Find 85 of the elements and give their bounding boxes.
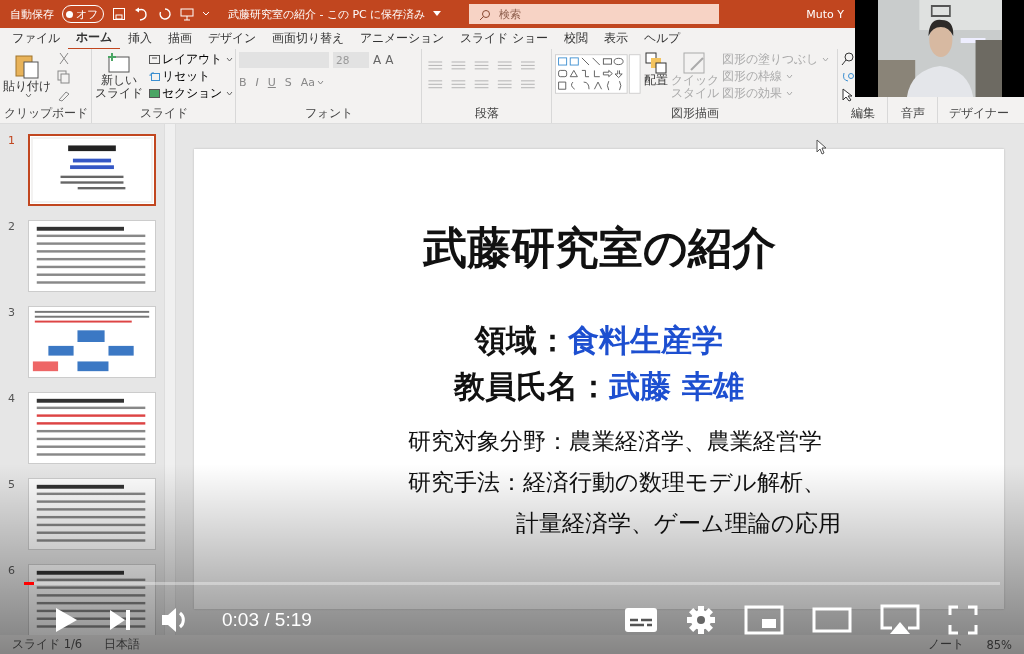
search-field[interactable]: 検索 [469, 4, 720, 24]
caret-icon [226, 91, 233, 96]
group-label: スライド [138, 106, 189, 122]
ribbon-tab[interactable]: 挿入 [120, 28, 160, 49]
ribbon-tab[interactable]: 描画 [160, 28, 200, 49]
theater-mode-icon[interactable] [812, 605, 852, 635]
zoom-level[interactable]: 85% [986, 637, 1012, 652]
group-label: 音声 [899, 106, 926, 122]
shadow-button[interactable]: S [284, 76, 292, 89]
notes-button[interactable]: ノート [928, 637, 965, 652]
subtitles-icon[interactable] [624, 607, 658, 633]
reset-icon [149, 72, 160, 81]
underline-button[interactable]: U [267, 76, 276, 89]
paste-button[interactable]: 貼り付け [3, 52, 51, 99]
fullscreen-icon[interactable] [948, 605, 978, 635]
ribbon-tab[interactable]: 校閲 [555, 28, 596, 49]
slide-number: 2 [8, 220, 16, 235]
cut-icon[interactable] [57, 52, 71, 66]
slide-number: 4 [8, 392, 16, 407]
clipboard-icon [14, 52, 40, 80]
ribbon-tab[interactable]: デザイン [200, 28, 264, 49]
brush-icon [683, 52, 707, 74]
layout-icon [149, 55, 160, 64]
document-title[interactable]: 武藤研究室の紹介 - この PC に保存済み [228, 6, 426, 22]
caret-icon [822, 57, 829, 62]
arrange-icon [645, 52, 667, 74]
miniplayer-icon[interactable] [744, 605, 784, 635]
caret-icon [786, 91, 793, 96]
caret-icon [226, 57, 233, 62]
undo-icon[interactable] [134, 7, 150, 21]
section-button[interactable]: セクション [149, 86, 233, 101]
slide-text-line: 研究手法：経済行動の数理モデル解析、 [407, 468, 827, 497]
slide-number: 5 [8, 478, 16, 493]
shrink-font-button[interactable]: A [385, 53, 394, 67]
group-label: フォント [303, 106, 354, 122]
save-icon[interactable] [112, 7, 126, 21]
caret-icon[interactable] [433, 11, 442, 17]
time-display: 0:03 / 5:19 [222, 609, 312, 631]
autosave-label: 自動保存 [10, 6, 54, 22]
italic-button[interactable]: I [255, 76, 259, 89]
layout-button[interactable]: レイアウト [149, 52, 233, 67]
search-icon[interactable] [841, 52, 855, 66]
caret-icon [786, 74, 793, 79]
shapes-gallery-drawing[interactable] [555, 52, 641, 96]
ribbon-tab[interactable]: アニメーション [352, 28, 452, 49]
slideshow-icon[interactable] [180, 7, 194, 21]
slide-text-line: 計量経済学、ゲーム理論の応用 [514, 509, 841, 538]
reset-button[interactable]: リセット [149, 69, 233, 84]
ribbon-tab[interactable]: 画面切り替え [264, 28, 352, 49]
redo-icon[interactable] [158, 7, 172, 21]
slide-text-line: 研究対象分野：農業経済学、農業経営学 [407, 427, 823, 456]
settings-icon[interactable] [686, 605, 716, 635]
slide-thumbnail[interactable] [28, 134, 156, 206]
ribbon-tab[interactable]: ファイル [4, 28, 68, 49]
slide-field-line: 教員氏名：武藤 幸雄 [454, 367, 744, 406]
slide-title: 武藤研究室の紹介 [422, 221, 776, 275]
user-name[interactable]: Muto Y [806, 7, 844, 21]
caret-icon [317, 80, 325, 85]
ribbon-tab[interactable]: 表示 [595, 28, 636, 49]
slide-number: 3 [8, 306, 16, 321]
scrollbar[interactable] [164, 124, 176, 635]
change-case-button[interactable]: Aa [300, 76, 325, 89]
slide-field-line: 領域：食料生産学 [475, 321, 723, 360]
new-slide-icon [106, 52, 132, 74]
arrange-button[interactable]: 配置 [644, 52, 668, 88]
cast-icon[interactable] [880, 604, 920, 636]
group-label: デザイナー [948, 106, 1010, 122]
ribbon-tab[interactable]: スライド ショー [452, 28, 556, 49]
slide-counter: スライド 1/6 [12, 637, 83, 652]
bold-button[interactable]: B [239, 76, 247, 89]
cursor-icon[interactable] [841, 88, 853, 102]
next-icon[interactable] [108, 608, 132, 632]
group-label: 段落 [473, 106, 500, 122]
group-label: クリップボード [3, 106, 88, 122]
caret-icon [24, 93, 32, 99]
slide-number: 1 [8, 134, 16, 149]
language-status[interactable]: 日本語 [104, 637, 141, 652]
group-label: 図形描画 [669, 106, 720, 122]
ribbon-tab[interactable]: ヘルプ [635, 28, 688, 49]
slide-number: 6 [8, 564, 16, 579]
grow-font-button[interactable]: A [373, 53, 382, 67]
new-slide-button[interactable]: 新しい スライド [95, 52, 143, 101]
customize-caret-icon[interactable] [202, 11, 210, 17]
group-label: 編集 [849, 106, 876, 122]
section-icon [149, 89, 160, 98]
